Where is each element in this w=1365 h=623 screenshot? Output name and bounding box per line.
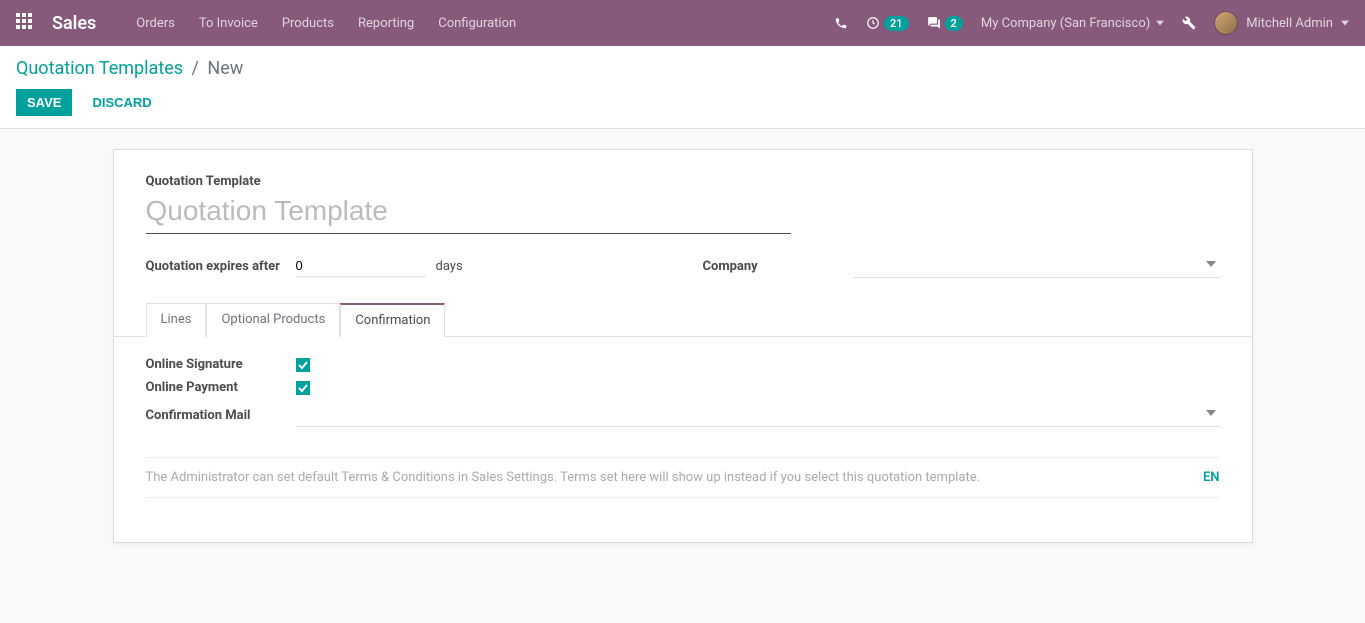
company-switcher[interactable]: My Company (San Francisco) (981, 16, 1164, 31)
nav-configuration[interactable]: Configuration (438, 16, 516, 31)
payment-label: Online Payment (146, 380, 296, 395)
mail-row: Confirmation Mail (146, 403, 1220, 427)
message-icon[interactable]: 2 (927, 16, 963, 31)
lang-button[interactable]: EN (1203, 470, 1220, 485)
chevron-down-icon (1341, 19, 1349, 27)
tab-optional-products[interactable]: Optional Products (206, 303, 340, 337)
activity-badge: 21 (884, 16, 909, 31)
activity-icon[interactable]: 21 (866, 16, 909, 31)
title-field-group: Quotation Template (146, 174, 1220, 234)
chevron-down-icon (1156, 19, 1164, 27)
top-navbar: Sales Orders To Invoice Products Reporti… (0, 0, 1365, 46)
chevron-down-icon (1206, 258, 1216, 273)
tab-strip: Lines Optional Products Confirmation (114, 302, 1252, 337)
expires-input[interactable] (296, 255, 426, 277)
expires-field: Quotation expires after days (146, 254, 663, 278)
signature-label: Online Signature (146, 357, 296, 372)
message-badge: 2 (945, 16, 963, 31)
save-button[interactable]: Save (16, 89, 72, 116)
nav-products[interactable]: Products (282, 16, 334, 31)
user-menu[interactable]: Mitchell Admin (1214, 11, 1349, 35)
breadcrumb-parent[interactable]: Quotation Templates (16, 58, 183, 79)
form-sheet: Quotation Template Quotation expires aft… (113, 149, 1253, 543)
signature-row: Online Signature (146, 357, 1220, 372)
nav-menu: Orders To Invoice Products Reporting Con… (136, 16, 516, 31)
tab-content-confirmation: Online Signature Online Payment Confirma… (146, 337, 1220, 518)
chevron-down-icon (1206, 407, 1216, 422)
app-title[interactable]: Sales (52, 13, 96, 34)
breadcrumb: Quotation Templates / New (16, 58, 1349, 79)
mail-select[interactable] (296, 403, 1220, 427)
discard-button[interactable]: Discard (82, 90, 161, 115)
breadcrumb-current: New (207, 58, 243, 79)
avatar (1214, 11, 1238, 35)
nav-reporting[interactable]: Reporting (358, 16, 414, 31)
company-field: Company (703, 254, 1220, 278)
company-label: Company (703, 259, 843, 274)
nav-to-invoice[interactable]: To Invoice (199, 16, 258, 31)
company-select[interactable] (853, 254, 1220, 278)
template-name-input[interactable] (146, 193, 791, 234)
user-name: Mitchell Admin (1246, 16, 1333, 31)
payment-checkbox[interactable] (296, 381, 310, 395)
company-name: My Company (San Francisco) (981, 16, 1150, 31)
nav-orders[interactable]: Orders (136, 16, 175, 31)
control-panel: Quotation Templates / New Save Discard (0, 46, 1365, 129)
title-label: Quotation Template (146, 174, 1220, 189)
tab-lines[interactable]: Lines (146, 303, 207, 337)
mail-label: Confirmation Mail (146, 408, 296, 423)
terms-row: The Administrator can set default Terms … (146, 457, 1220, 498)
phone-icon[interactable] (834, 16, 848, 30)
terms-textarea[interactable]: The Administrator can set default Terms … (146, 470, 1187, 485)
nav-right: 21 2 My Company (San Francisco) Mitchell… (834, 11, 1349, 35)
control-buttons: Save Discard (16, 89, 1349, 116)
breadcrumb-separator: / (192, 58, 199, 79)
content-area: Quotation Template Quotation expires aft… (0, 129, 1365, 563)
expires-label: Quotation expires after (146, 259, 286, 274)
signature-checkbox[interactable] (296, 358, 310, 372)
expires-unit: days (436, 259, 463, 274)
form-row-top: Quotation expires after days Company (146, 254, 1220, 278)
payment-row: Online Payment (146, 380, 1220, 395)
tab-confirmation[interactable]: Confirmation (340, 303, 445, 337)
apps-icon[interactable] (16, 13, 32, 33)
debug-icon[interactable] (1182, 16, 1196, 30)
